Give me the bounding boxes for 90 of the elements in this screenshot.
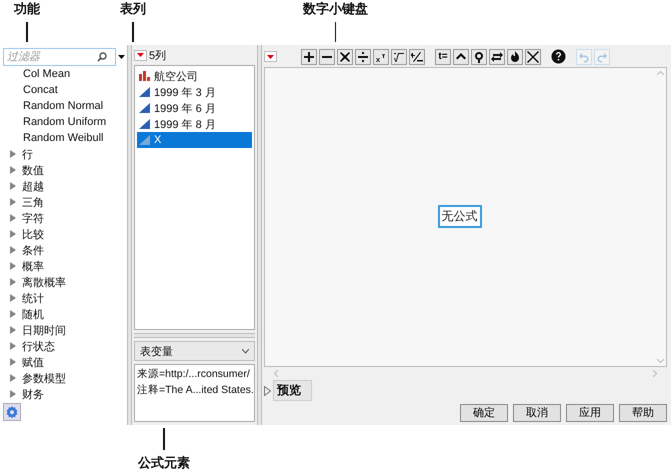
- leader-line: [334, 22, 336, 42]
- chevron-down-icon[interactable]: [242, 348, 249, 354]
- scroll-down-icon[interactable]: [656, 359, 664, 364]
- category-item[interactable]: 概率: [22, 258, 44, 274]
- help-icon[interactable]: [551, 49, 566, 64]
- triangle-right-icon[interactable]: [9, 358, 16, 366]
- callout-label: 表列: [120, 0, 146, 18]
- dropdown-arrow-icon[interactable]: [118, 55, 125, 59]
- swap-icon[interactable]: [489, 48, 505, 65]
- divide-icon[interactable]: [355, 48, 371, 65]
- category-item[interactable]: 三角: [22, 194, 44, 210]
- plus-minus-icon[interactable]: [409, 48, 425, 65]
- triangle-right-icon[interactable]: [9, 342, 16, 350]
- minus-icon[interactable]: [319, 48, 335, 65]
- function-item[interactable]: Concat: [23, 84, 58, 96]
- triangle-right-icon[interactable]: [9, 310, 16, 318]
- category-item[interactable]: 字符: [22, 210, 44, 226]
- dialog-button[interactable]: 确定: [460, 404, 508, 422]
- dialog-button[interactable]: 取消: [513, 404, 561, 422]
- column-count: 5列: [149, 48, 166, 62]
- category-item[interactable]: 数值: [22, 162, 44, 178]
- triangle-icon: [139, 87, 150, 97]
- scroll-up-icon[interactable]: [656, 70, 664, 75]
- gear-icon[interactable]: [3, 403, 21, 421]
- caret-up-icon[interactable]: [453, 48, 469, 65]
- multiply-icon[interactable]: [337, 48, 353, 65]
- triangle-right-icon[interactable]: [9, 374, 16, 382]
- variable-text: 来源=http:/...rconsumer/: [137, 367, 251, 381]
- formula-placeholder[interactable]: 无公式: [438, 205, 482, 228]
- filter-field[interactable]: 过滤器: [3, 48, 116, 66]
- column-item[interactable]: 1999 年 6 月: [137, 100, 252, 116]
- category-item[interactable]: 财务: [22, 386, 44, 402]
- triangle-icon: [139, 135, 150, 145]
- dialog-button[interactable]: 帮助: [619, 404, 667, 422]
- triangle-icon: [139, 119, 150, 129]
- menu-icon[interactable]: [264, 51, 277, 62]
- column-item[interactable]: 航空公司: [137, 68, 252, 84]
- category-item[interactable]: 离散概率: [22, 274, 66, 290]
- category-item[interactable]: 统计: [22, 290, 44, 306]
- root-icon[interactable]: [391, 48, 407, 65]
- category-item[interactable]: 随机: [22, 306, 44, 322]
- bar-chart-icon: [139, 71, 150, 81]
- preview-button[interactable]: 预览: [273, 380, 312, 402]
- category-item[interactable]: 赋值: [22, 354, 44, 370]
- search-icon[interactable]: [97, 52, 107, 62]
- column-item[interactable]: 1999 年 8 月: [137, 116, 252, 132]
- close-icon[interactable]: [525, 48, 541, 65]
- triangle-right-icon[interactable]: [9, 214, 16, 222]
- local-variable-key[interactable]: t=: [435, 48, 451, 65]
- function-item[interactable]: Random Uniform: [23, 116, 106, 128]
- triangle-right-icon[interactable]: [9, 262, 16, 270]
- variable-text: 注释=The A...ited States.: [137, 383, 252, 397]
- leader-line: [26, 22, 28, 42]
- category-item[interactable]: 比较: [22, 226, 44, 242]
- leader-line: [132, 22, 134, 42]
- triangle-right-icon[interactable]: [9, 278, 16, 286]
- triangle-right-icon[interactable]: [9, 294, 16, 302]
- callout-label: 数字小键盘: [303, 0, 368, 18]
- triangle-right-icon[interactable]: [9, 198, 16, 206]
- callout-label: 公式元素: [138, 454, 190, 472]
- triangle-right-icon[interactable]: [9, 246, 16, 254]
- power-icon[interactable]: [373, 48, 389, 65]
- column-item[interactable]: X: [137, 132, 252, 148]
- column-item[interactable]: 1999 年 3 月: [137, 84, 252, 100]
- callout-label: 功能: [14, 0, 40, 18]
- triangle-right-icon[interactable]: [9, 150, 16, 158]
- triangle-right-icon[interactable]: [9, 390, 16, 398]
- triangle-icon: [139, 103, 150, 113]
- category-item[interactable]: 行: [22, 146, 33, 162]
- leader-line: [163, 428, 165, 450]
- category-item[interactable]: 参数模型: [22, 370, 66, 386]
- category-item[interactable]: 超越: [22, 178, 44, 194]
- triangle-right-icon[interactable]: [9, 182, 16, 190]
- category-item[interactable]: 条件: [22, 242, 44, 258]
- function-item[interactable]: Col Mean: [23, 68, 70, 80]
- function-item[interactable]: Random Weibull: [23, 132, 104, 144]
- filter-field[interactable]: 过滤器: [7, 51, 97, 63]
- function-item[interactable]: Random Normal: [23, 100, 104, 112]
- plus-icon[interactable]: [301, 48, 317, 65]
- triangle-right-icon[interactable]: [9, 166, 16, 174]
- triangle-right-icon[interactable]: [9, 230, 16, 238]
- triangle-right-icon[interactable]: [264, 386, 271, 396]
- category-item[interactable]: 日期时间: [22, 322, 66, 338]
- triangle-right-icon[interactable]: [9, 326, 16, 334]
- dialog-button[interactable]: 应用: [566, 404, 614, 422]
- menu-icon[interactable]: [134, 50, 147, 60]
- table-variable-dropdown[interactable]: 表变量: [134, 341, 255, 361]
- category-item[interactable]: 行状态: [22, 338, 55, 354]
- flame-icon[interactable]: [507, 48, 523, 65]
- formula-canvas[interactable]: 无公式: [264, 66, 667, 368]
